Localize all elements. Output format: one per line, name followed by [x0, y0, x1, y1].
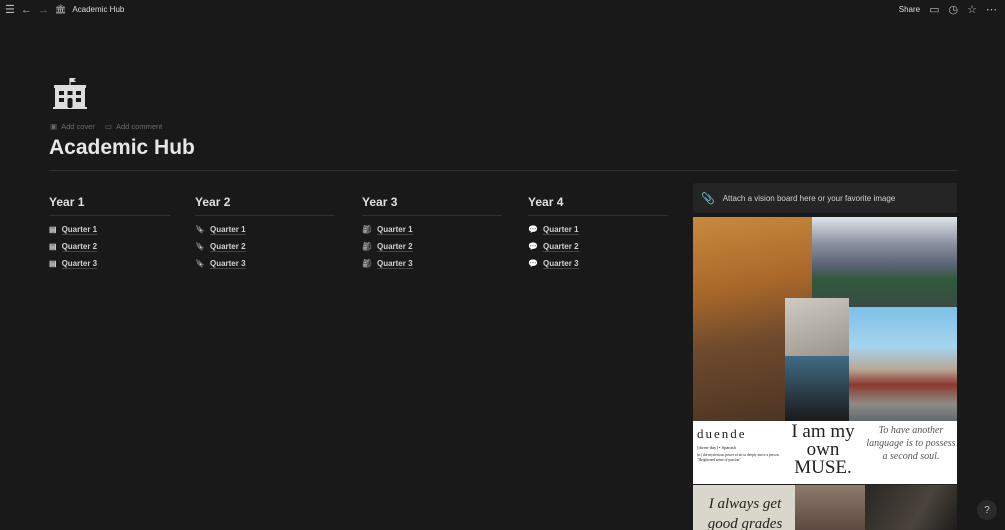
back-arrow-icon[interactable]: ←	[21, 4, 32, 16]
page-link-quarter[interactable]: 💬 Quarter 2	[528, 238, 668, 255]
vision-board-image[interactable]: duende [dwen-day] • Spanish (n.) the mys…	[693, 217, 957, 530]
school-icon[interactable]	[53, 76, 87, 115]
year-heading: Year 3	[362, 195, 502, 216]
bookmark-icon: 🔖	[195, 242, 205, 251]
books-photo	[795, 485, 865, 530]
year-column: Year 2 🔖 Quarter 1 🔖 Quarter 2 🔖 Quarter 3	[195, 195, 335, 272]
page-link-quarter[interactable]: 🎒 Quarter 1	[362, 221, 502, 238]
callout[interactable]: 📎 Attach a vision board here or your fav…	[693, 183, 957, 213]
star-icon[interactable]: ☆	[967, 3, 977, 16]
backpack-icon: 🎒	[362, 242, 372, 251]
backpack-icon: 🎒	[362, 225, 372, 234]
grades-quote: I always get good grades	[707, 496, 783, 530]
callout-text: Attach a vision board here or your favor…	[722, 193, 896, 203]
speech-bubble-icon: 💬	[528, 225, 538, 234]
page-link-quarter[interactable]: 🎒 Quarter 3	[362, 255, 502, 272]
page-link-quarter[interactable]: ▤ Quarter 3	[49, 255, 170, 272]
top-bar: ☰ ← → 🏛 Academic Hub Share ▭ ◷ ☆ ⋯	[0, 0, 1005, 22]
year-heading: Year 1	[49, 195, 170, 216]
page-link-label: Quarter 3	[376, 258, 413, 269]
duende-pronunciation: [dwen-day] • Spanish	[697, 445, 736, 450]
page-link-quarter[interactable]: 🎒 Quarter 2	[362, 238, 502, 255]
climbing-shoes-photo	[785, 356, 849, 421]
coastal-village-photo	[849, 307, 957, 421]
year-column: Year 4 💬 Quarter 1 💬 Quarter 2 💬 Quarter 3	[528, 195, 668, 272]
bookmark-icon: 🔖	[195, 225, 205, 234]
cafe-photo	[865, 485, 957, 530]
page-link-quarter[interactable]: 🔖 Quarter 3	[195, 255, 335, 272]
share-button[interactable]: Share	[899, 5, 920, 14]
page-link-quarter[interactable]: 🔖 Quarter 2	[195, 238, 335, 255]
speech-bubble-icon: 💬	[528, 259, 538, 268]
year-heading: Year 2	[195, 195, 335, 216]
menu-icon[interactable]: ☰	[5, 3, 15, 16]
page-link-quarter[interactable]: ▤ Quarter 1	[49, 221, 170, 238]
page-link-label: Quarter 2	[376, 241, 413, 252]
breadcrumb-title[interactable]: Academic Hub	[72, 5, 124, 14]
image-icon: ▣	[50, 122, 58, 131]
page-link-label: Quarter 3	[209, 258, 246, 269]
page-link-label: Quarter 1	[542, 224, 579, 235]
notebook-icon: ▤	[49, 259, 57, 268]
comment-icon[interactable]: ▭	[929, 3, 939, 16]
page-link-label: Quarter 3	[61, 258, 98, 269]
page-link-label: Quarter 2	[61, 241, 98, 252]
comment-icon: ▭	[104, 122, 112, 131]
backpack-icon: 🎒	[362, 259, 372, 268]
year-column: Year 1 ▤ Quarter 1 ▤ Quarter 2 ▤ Quarter 3	[49, 195, 170, 272]
page-link-quarter[interactable]: 💬 Quarter 1	[528, 221, 668, 238]
school-icon: 🏛	[54, 4, 67, 14]
add-comment-button[interactable]: ▭ Add comment	[105, 122, 162, 131]
notebook-icon: ▤	[49, 225, 57, 234]
page-link-label: Quarter 3	[542, 258, 579, 269]
page-link-label: Quarter 2	[209, 241, 246, 252]
mountain-lake-photo	[812, 217, 957, 307]
page-link-label: Quarter 1	[209, 224, 246, 235]
year-heading: Year 4	[528, 195, 668, 216]
forward-arrow-icon[interactable]: →	[38, 4, 49, 16]
climbing-wall-photo	[785, 298, 849, 356]
page-link-label: Quarter 1	[376, 224, 413, 235]
muse-quote: I am my own MUSE.	[791, 421, 855, 479]
paperclip-icon: 📎	[701, 192, 715, 205]
page-link-quarter[interactable]: 💬 Quarter 3	[528, 255, 668, 272]
page-link-label: Quarter 1	[61, 224, 98, 235]
page-link-label: Quarter 2	[542, 241, 579, 252]
more-icon[interactable]: ⋯	[986, 3, 997, 16]
duende-definition: (n.) the mysterious power of art to deep…	[697, 453, 780, 463]
page-link-quarter[interactable]: ▤ Quarter 2	[49, 238, 170, 255]
notebook-icon: ▤	[49, 242, 57, 251]
speech-bubble-icon: 💬	[528, 242, 538, 251]
page-link-quarter[interactable]: 🔖 Quarter 1	[195, 221, 335, 238]
language-quote: To have another language is to possess a…	[866, 425, 956, 462]
bookmark-icon: 🔖	[195, 259, 205, 268]
help-button[interactable]: ?	[977, 500, 997, 520]
page-title[interactable]: Academic Hub	[49, 136, 195, 160]
duende-word: duende	[697, 426, 747, 441]
duende-quote: duende [dwen-day] • Spanish (n.) the mys…	[697, 426, 783, 464]
add-cover-button[interactable]: ▣ Add cover	[50, 122, 95, 131]
clock-icon[interactable]: ◷	[949, 3, 959, 16]
divider	[49, 170, 957, 171]
year-column: Year 3 🎒 Quarter 1 🎒 Quarter 2 🎒 Quarter 3	[362, 195, 502, 272]
